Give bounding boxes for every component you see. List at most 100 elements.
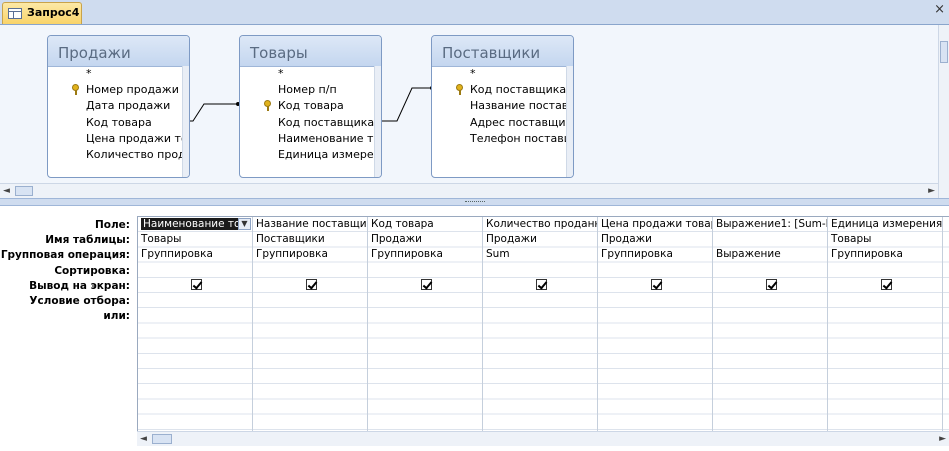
grid-cell-or[interactable] <box>253 308 367 323</box>
grid-cell-sort[interactable] <box>253 263 367 278</box>
grid-cell-group[interactable]: Группировка <box>253 247 367 262</box>
grid-cell-field[interactable]: Выражение1: [Sum-К <box>713 217 827 232</box>
field-item[interactable]: Цена продажи тов <box>48 131 183 147</box>
grid-horizontal-scrollbar[interactable]: ◄ ► <box>137 431 949 446</box>
query-tab[interactable]: Запрос4 <box>2 2 82 24</box>
grid-cell-table[interactable]: Продажи <box>483 232 597 247</box>
dropdown-arrow-icon[interactable]: ▼ <box>238 218 251 230</box>
grid-cell-criteria[interactable] <box>828 293 942 308</box>
fieldlist-scrollbar[interactable] <box>182 66 189 177</box>
field-item[interactable]: Код товара <box>240 98 375 114</box>
table-fieldlist[interactable]: Поставщики * Код поставщика Название постав… <box>431 35 574 178</box>
fieldlist-scrollbar[interactable] <box>374 66 381 177</box>
field-item[interactable]: * <box>48 66 183 82</box>
grid-cell-field[interactable]: Единица измерения <box>828 217 942 232</box>
grid-cell-group[interactable]: Группировка <box>828 247 942 262</box>
show-checkbox[interactable] <box>766 278 777 290</box>
field-item[interactable]: Код поставщика <box>240 115 375 131</box>
field-item[interactable]: Дата продажи <box>48 98 183 114</box>
table-fieldlist[interactable]: Товары * Номер п/п Код товара Код поставщика… <box>239 35 382 178</box>
upper-vertical-scrollbar[interactable] <box>938 25 949 198</box>
scroll-right-icon[interactable]: ► <box>939 434 946 444</box>
field-item[interactable]: Количество прода <box>48 147 183 163</box>
scroll-thumb[interactable] <box>15 186 33 196</box>
grid-cell-table[interactable]: Продажи <box>368 232 482 247</box>
scroll-right-icon[interactable]: ► <box>928 186 935 196</box>
grid-cell-show[interactable] <box>253 278 367 293</box>
table-fieldlist-header[interactable]: Продажи <box>48 36 189 67</box>
grid-cell-field[interactable]: Название поставщик <box>253 217 367 232</box>
scroll-thumb[interactable] <box>940 41 948 63</box>
fieldlist-scrollbar[interactable] <box>566 66 573 177</box>
show-checkbox[interactable] <box>306 278 317 290</box>
grid-cell-or[interactable] <box>828 308 942 323</box>
grid-cell-or[interactable] <box>598 308 712 323</box>
grid-cell-table[interactable]: Товары <box>828 232 942 247</box>
grid-cell-field[interactable]: Код товара <box>368 217 482 232</box>
field-label: Дата продажи <box>86 99 171 113</box>
grid-cell-sort[interactable] <box>483 263 597 278</box>
grid-cell-show[interactable] <box>713 278 827 293</box>
grid-cell-or[interactable] <box>483 308 597 323</box>
grid-cell-or[interactable] <box>138 308 252 323</box>
grid-cell-table[interactable]: Продажи <box>598 232 712 247</box>
grid-cell-field[interactable]: Цена продажи товар <box>598 217 712 232</box>
show-checkbox[interactable] <box>881 278 892 290</box>
scroll-left-icon[interactable]: ◄ <box>3 186 10 196</box>
field-item[interactable]: * <box>432 66 567 82</box>
table-fieldlist[interactable]: Продажи * Номер продажи Дата продажи Код тов… <box>47 35 190 178</box>
upper-horizontal-scrollbar[interactable]: ◄ ► <box>0 183 938 198</box>
field-item[interactable]: * <box>240 66 375 82</box>
grid-column: Выражение1: [Sum-К Выражение <box>713 217 828 432</box>
grid-cell-group[interactable]: Группировка <box>368 247 482 262</box>
grid-cell-sort[interactable] <box>713 263 827 278</box>
grid-cell-sort[interactable] <box>368 263 482 278</box>
grid-cell-group[interactable]: Группировка <box>598 247 712 262</box>
grid-cell-criteria[interactable] <box>598 293 712 308</box>
grid-cell-criteria[interactable] <box>138 293 252 308</box>
close-icon[interactable]: × <box>934 2 945 17</box>
grid-cell-sort[interactable] <box>598 263 712 278</box>
grid-cell-show[interactable] <box>368 278 482 293</box>
grid-cell-show[interactable] <box>138 278 252 293</box>
show-checkbox[interactable] <box>651 278 662 290</box>
field-item[interactable]: Единица измерени <box>240 147 375 163</box>
pane-splitter[interactable] <box>0 198 949 206</box>
grid-cell-criteria[interactable] <box>713 293 827 308</box>
show-checkbox[interactable] <box>191 278 202 290</box>
field-item[interactable]: Название поставщ <box>432 98 567 114</box>
grid-cell-table[interactable]: Поставщики <box>253 232 367 247</box>
grid-cell-or[interactable] <box>368 308 482 323</box>
grid-cell-table[interactable] <box>713 232 827 247</box>
table-fieldlist-header[interactable]: Товары <box>240 36 381 67</box>
grid-cell-show[interactable] <box>828 278 942 293</box>
grid-cell-group[interactable]: Группировка <box>138 247 252 262</box>
field-item[interactable]: Телефон поставщ <box>432 131 567 147</box>
grid-cell-group[interactable]: Выражение <box>713 247 827 262</box>
field-item[interactable]: Номер п/п <box>240 82 375 98</box>
grid-cell-show[interactable] <box>483 278 597 293</box>
grid-cell-sort[interactable] <box>138 263 252 278</box>
splitter-grip[interactable] <box>465 201 485 204</box>
field-item[interactable]: Наименование то <box>240 131 375 147</box>
grid-cell-table[interactable]: Товары <box>138 232 252 247</box>
grid-cell-field[interactable]: Наименование то ▼ <box>138 217 252 232</box>
field-item[interactable]: Код товара <box>48 115 183 131</box>
field-item[interactable]: Номер продажи <box>48 82 183 98</box>
grid-cell-field[interactable]: Количество проданн <box>483 217 597 232</box>
show-checkbox[interactable] <box>421 278 432 290</box>
grid-cell-criteria[interactable] <box>253 293 367 308</box>
grid-cell-group[interactable]: Sum <box>483 247 597 262</box>
field-item[interactable]: Адрес поставщика <box>432 115 567 131</box>
grid-cell-show[interactable] <box>598 278 712 293</box>
table-fieldlist-header[interactable]: Поставщики <box>432 36 573 67</box>
field-label: * <box>278 67 284 80</box>
scroll-thumb[interactable] <box>152 434 172 444</box>
grid-cell-criteria[interactable] <box>483 293 597 308</box>
scroll-left-icon[interactable]: ◄ <box>140 434 147 444</box>
field-item[interactable]: Код поставщика <box>432 82 567 98</box>
grid-cell-sort[interactable] <box>828 263 942 278</box>
grid-cell-criteria[interactable] <box>368 293 482 308</box>
show-checkbox[interactable] <box>536 278 547 290</box>
grid-cell-or[interactable] <box>713 308 827 323</box>
